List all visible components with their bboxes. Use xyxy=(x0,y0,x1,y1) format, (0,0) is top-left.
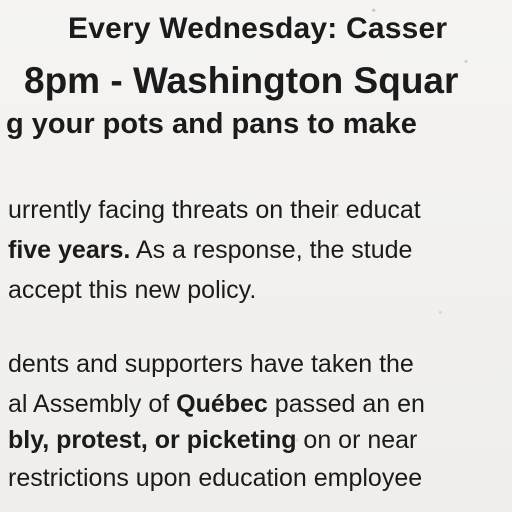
paragraph-1-line-1: urrently facing threats on their educat xyxy=(8,196,421,224)
paragraph-1-line-3: accept this new policy. xyxy=(8,276,257,304)
paragraph-2-line-3-rest: on or near xyxy=(296,426,418,454)
paragraph-1-line-2: five years. As a response, the stude xyxy=(8,238,412,263)
five-years-text: five years. xyxy=(8,236,131,264)
event-heading: Every Wednesday: Casser xyxy=(68,12,448,45)
paragraph-2-line-2-rest: passed an en xyxy=(267,390,425,418)
protest-terms-text: bly, protest, or picketing xyxy=(8,426,297,454)
assembly-text: al Assembly of xyxy=(8,390,177,418)
paragraph-2-line-4: restrictions upon education employee xyxy=(8,464,423,492)
paragraph-2-line-2: al Assembly of Québec passed an en xyxy=(8,392,425,417)
paragraph-2-line-3: bly, protest, or picketing on or near xyxy=(8,428,417,453)
paragraph-2-line-1: dents and supporters have taken the xyxy=(8,350,414,378)
paragraph-1-line-2-rest: As a response, the stude xyxy=(130,236,413,264)
event-time-location: 8pm - Washington Squar xyxy=(24,60,459,101)
quebec-text: Québec xyxy=(176,390,268,418)
event-instruction: g your pots and pans to make xyxy=(6,108,417,140)
